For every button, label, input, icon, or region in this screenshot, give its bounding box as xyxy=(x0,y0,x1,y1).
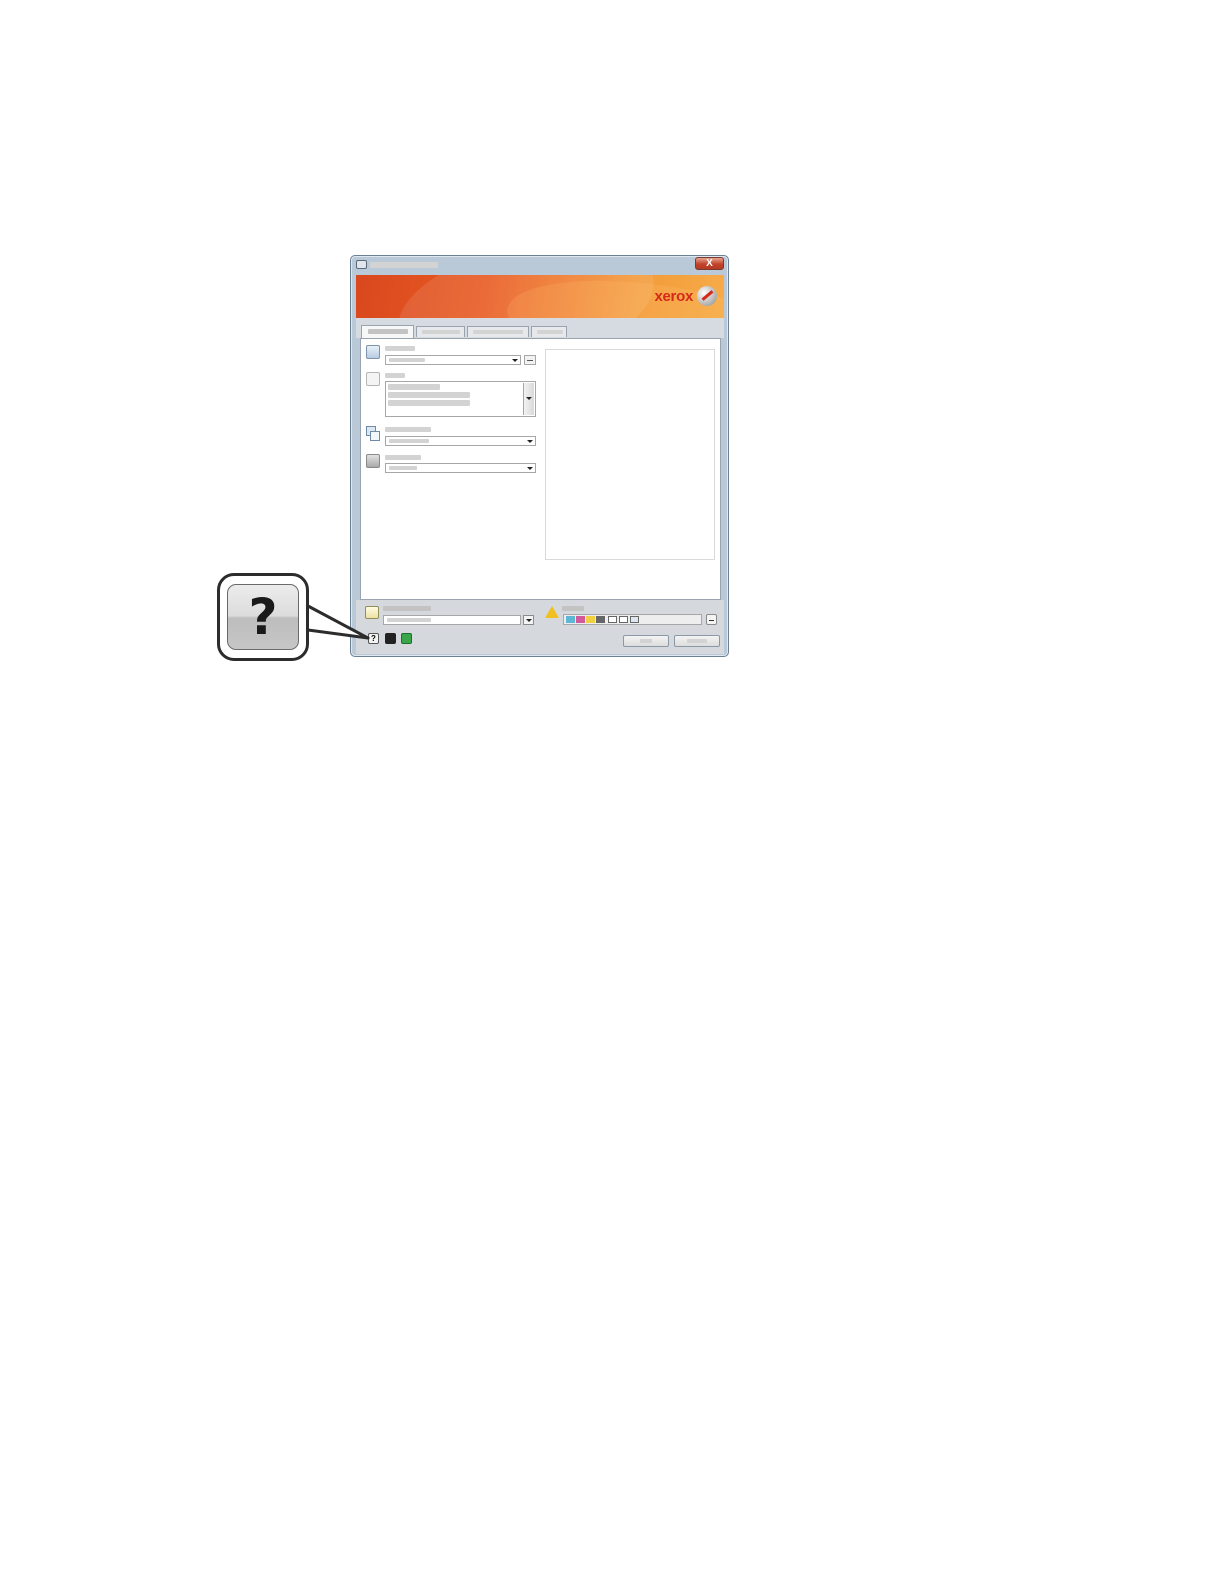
magenta-icon xyxy=(576,616,585,623)
xerox-banner: xerox xyxy=(356,275,724,318)
tab-image-options[interactable] xyxy=(467,326,529,337)
xerox-logo: xerox xyxy=(654,285,717,307)
title-bar: X xyxy=(351,256,728,274)
job-type-label xyxy=(385,346,415,351)
two-sided-printing-icon xyxy=(366,426,381,441)
layout-icon xyxy=(608,616,617,623)
two-sided-printing-select[interactable] xyxy=(385,436,536,446)
job-type-select[interactable] xyxy=(385,355,521,365)
printer-status-icon[interactable] xyxy=(385,633,396,644)
tab-document-options[interactable] xyxy=(416,326,465,337)
yellow-icon xyxy=(586,616,595,623)
close-button[interactable]: X xyxy=(695,257,724,270)
page-preview xyxy=(545,349,715,560)
paper-icon xyxy=(366,372,380,386)
summary-strip xyxy=(563,614,702,625)
tab-advanced[interactable] xyxy=(531,326,567,337)
job-type-settings-button[interactable] xyxy=(524,355,536,365)
question-mark-glyph: ? xyxy=(248,588,278,646)
paper-list[interactable] xyxy=(385,381,536,417)
options-panel xyxy=(360,338,721,600)
ok-button[interactable] xyxy=(623,635,669,647)
job-type-icon xyxy=(366,345,380,359)
xerox-sphere-icon xyxy=(697,286,717,306)
layout-icon xyxy=(630,616,639,623)
cancel-button[interactable] xyxy=(674,635,720,647)
paper-dropdown-button[interactable] xyxy=(523,383,534,415)
color-icon xyxy=(566,616,575,623)
saved-settings-label xyxy=(383,606,431,611)
tab-printing-options[interactable] xyxy=(361,325,414,338)
saved-settings-dropdown-button[interactable] xyxy=(523,615,534,625)
status-label xyxy=(562,606,584,611)
printer-icon xyxy=(356,260,367,269)
black-icon xyxy=(596,616,605,623)
help-question-icon: ? xyxy=(227,584,299,650)
print-quality-icon xyxy=(366,454,380,468)
help-callout: ? xyxy=(217,573,309,661)
saved-settings-select[interactable] xyxy=(383,615,521,625)
summary-more-button[interactable] xyxy=(706,614,717,625)
two-sided-printing-label xyxy=(385,427,431,432)
print-quality-select[interactable] xyxy=(385,463,536,473)
bottom-bar: ? xyxy=(356,600,724,654)
print-quality-label xyxy=(385,455,421,460)
paper-label xyxy=(385,373,405,378)
xerox-wordmark: xerox xyxy=(654,287,693,305)
printing-preferences-dialog: X xerox ? xyxy=(350,255,729,657)
eco-icon[interactable] xyxy=(401,633,412,644)
callout-pointer xyxy=(306,604,370,640)
layout-icon xyxy=(619,616,628,623)
warning-icon xyxy=(545,606,559,618)
window-title xyxy=(370,262,438,268)
